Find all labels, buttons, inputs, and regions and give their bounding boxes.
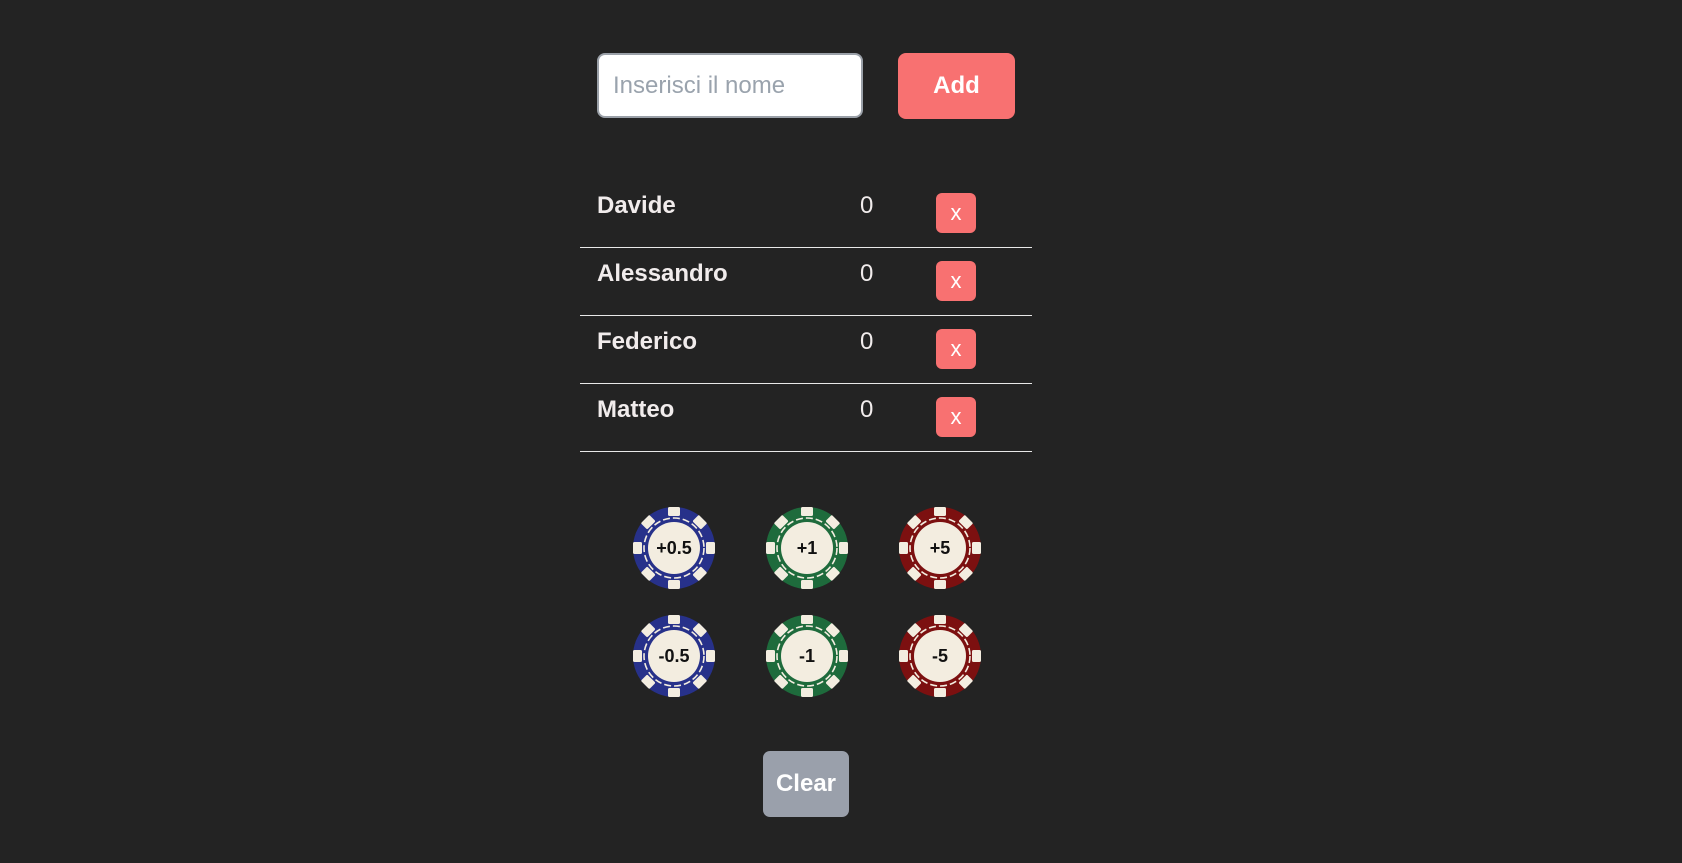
chip-minus-5-button[interactable]: -5 — [898, 614, 982, 698]
player-name: Alessandro — [597, 260, 728, 287]
player-row: Alessandro 0 x — [580, 248, 1032, 316]
poker-chip-icon — [766, 507, 848, 589]
player-row: Matteo 0 x — [580, 384, 1032, 452]
remove-player-button[interactable]: x — [936, 329, 976, 369]
app-root: Add Davide 0 x Alessandro 0 x Federico 0… — [0, 0, 1682, 863]
player-name: Federico — [597, 328, 698, 355]
player-row: Davide 0 x — [580, 180, 1032, 248]
remove-player-button[interactable]: x — [936, 193, 976, 233]
player-name: Matteo — [597, 396, 675, 423]
add-player-button[interactable]: Add — [898, 53, 1015, 119]
name-input[interactable] — [597, 53, 863, 118]
player-list: Davide 0 x Alessandro 0 x Federico 0 x M… — [580, 180, 1032, 452]
remove-player-button[interactable]: x — [936, 397, 976, 437]
chip-plus-5-button[interactable]: +5 — [898, 506, 982, 590]
poker-chip-icon — [633, 507, 715, 589]
chip-minus-1-button[interactable]: -1 — [765, 614, 849, 698]
chip-minus-0-5-button[interactable]: -0.5 — [632, 614, 716, 698]
poker-chip-icon — [633, 615, 715, 697]
player-score: 0 — [860, 192, 874, 219]
chip-plus-1-button[interactable]: +1 — [765, 506, 849, 590]
player-row: Federico 0 x — [580, 316, 1032, 384]
poker-chip-icon — [899, 615, 981, 697]
clear-button[interactable]: Clear — [763, 751, 849, 817]
player-name: Davide — [597, 192, 676, 219]
poker-chip-icon — [899, 507, 981, 589]
poker-chip-icon — [766, 615, 848, 697]
chip-plus-0-5-button[interactable]: +0.5 — [632, 506, 716, 590]
remove-player-button[interactable]: x — [936, 261, 976, 301]
player-score: 0 — [860, 260, 874, 287]
player-score: 0 — [860, 328, 874, 355]
player-score: 0 — [860, 396, 874, 423]
